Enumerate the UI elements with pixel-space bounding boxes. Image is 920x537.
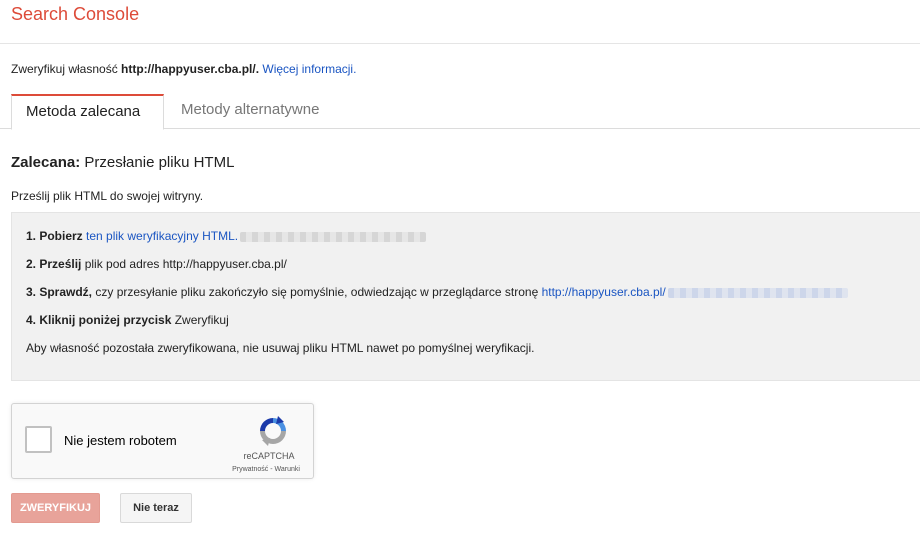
verification-file-url-link[interactable]: http://happyuser.cba.pl/ xyxy=(542,285,666,299)
step-check-bold: 3. Sprawdź, xyxy=(26,285,93,299)
step-click-text: Zweryfikuj xyxy=(171,313,229,327)
method-heading: Zalecana: Przesłanie pliku HTML xyxy=(11,153,234,173)
redacted-filename xyxy=(240,231,427,242)
step-upload-bold: 2. Prześlij xyxy=(26,257,82,271)
verification-note: Aby własność pozostała zweryfikowana, ni… xyxy=(26,341,535,355)
method-heading-bold: Zalecana: xyxy=(11,154,81,171)
step-click: 4. Kliknij poniżej przycisk Zweryfikuj xyxy=(26,312,229,328)
not-now-button[interactable]: Nie teraz xyxy=(120,493,192,523)
verify-button[interactable]: ZWERYFIKUJ xyxy=(11,493,100,523)
steps-panel: 1. Pobierz ten plik weryfikacyjny HTML. … xyxy=(11,212,920,381)
step-check: 3. Sprawdź, czy przesyłanie pliku zakońc… xyxy=(26,284,848,300)
redacted-file-url xyxy=(667,287,848,298)
method-description: Prześlij plik HTML do swojej witryny. xyxy=(11,189,204,203)
recaptcha-brand: reCAPTCHA xyxy=(243,451,295,461)
verify-property-line: Zweryfikuj własność http://happyuser.cba… xyxy=(11,61,356,77)
top-bar: Search Console xyxy=(0,0,920,44)
recaptcha-checkbox[interactable] xyxy=(25,426,52,453)
step-upload-text: plik pod adres http://happyuser.cba.pl/ xyxy=(81,257,287,271)
step-download-bold: 1. Pobierz xyxy=(26,229,83,243)
recaptcha-label: Nie jestem robotem xyxy=(64,433,177,448)
more-info-link[interactable]: Więcej informacji. xyxy=(262,62,356,76)
method-heading-text: Przesłanie pliku HTML xyxy=(80,154,235,171)
property-url: http://happyuser.cba.pl/ xyxy=(121,62,256,76)
recaptcha-privacy-terms[interactable]: Prywatność - Warunki xyxy=(218,466,314,473)
step-upload: 2. Prześlij plik pod adres http://happyu… xyxy=(26,256,287,272)
tab-alternative-methods[interactable]: Metody alternatywne xyxy=(167,94,333,129)
method-tabs: Metoda zalecana Metody alternatywne xyxy=(0,94,920,130)
recaptcha-widget: Nie jestem robotem reCAPTCHA Prywatność … xyxy=(11,403,314,479)
step-click-bold: 4. Kliknij poniżej przycisk xyxy=(26,313,172,327)
verify-prefix: Zweryfikuj własność xyxy=(11,62,122,76)
app-title[interactable]: Search Console xyxy=(11,4,139,24)
step-download: 1. Pobierz ten plik weryfikacyjny HTML. xyxy=(26,228,427,244)
recaptcha-logo-icon xyxy=(260,416,286,446)
tab-recommended-method[interactable]: Metoda zalecana xyxy=(11,94,164,130)
step-check-text: czy przesyłanie pliku zakończyło się pom… xyxy=(92,285,542,299)
download-verification-file-link[interactable]: ten plik weryfikacyjny HTML. xyxy=(86,229,238,243)
